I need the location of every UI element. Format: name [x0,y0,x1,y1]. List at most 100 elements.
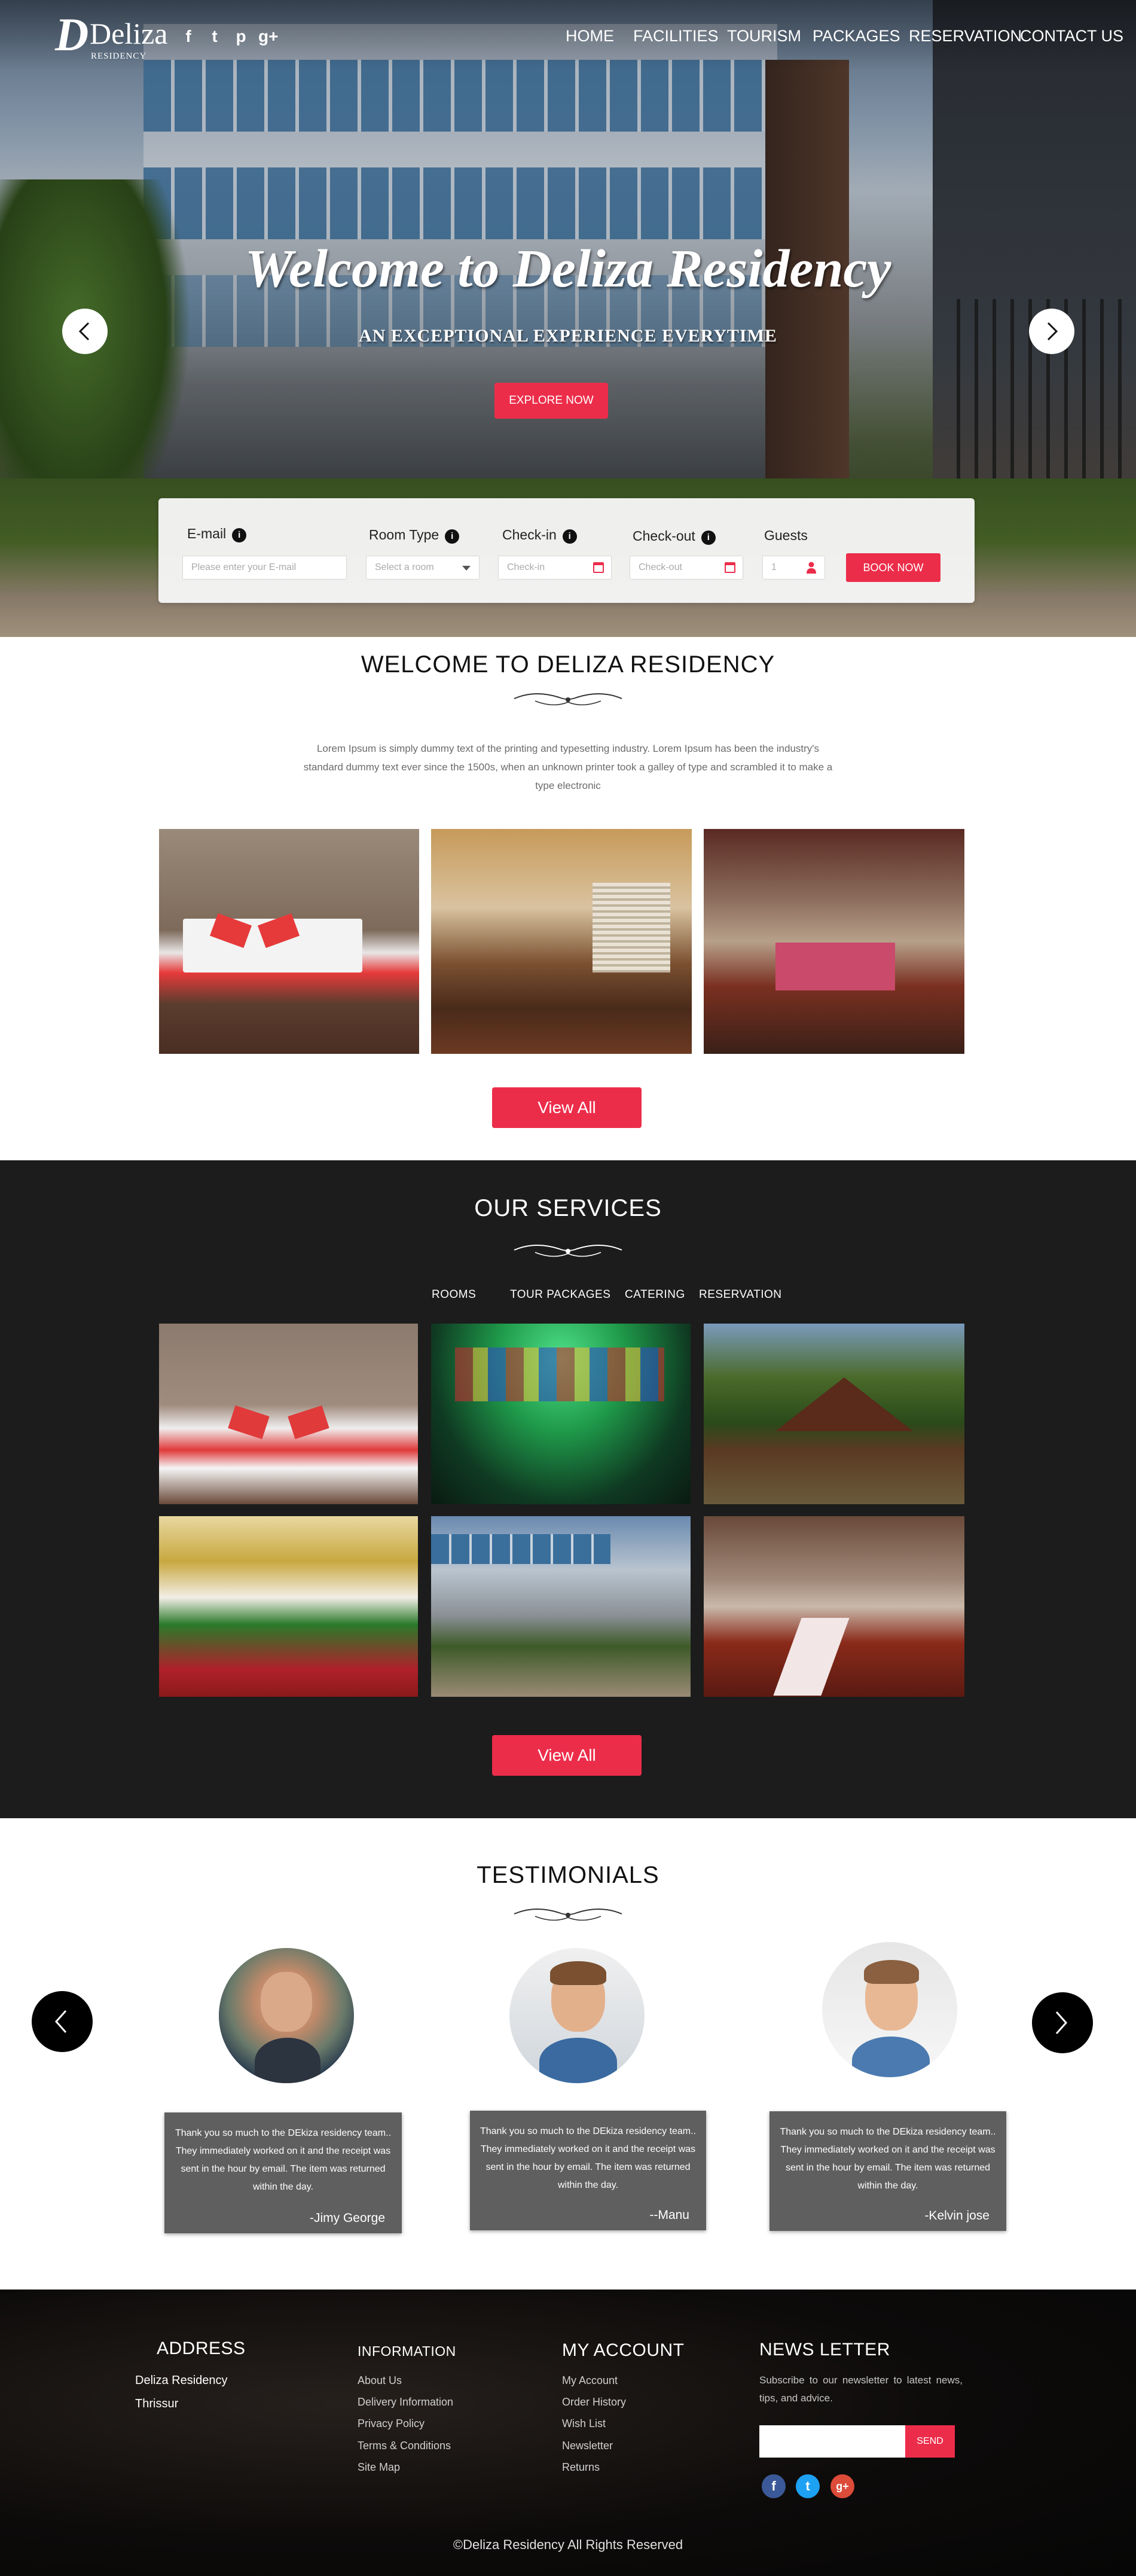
avatar [509,1948,645,2083]
tab-catering[interactable]: CATERING [625,1286,685,1304]
footer-link-delivery[interactable]: Delivery Information [358,2395,453,2409]
google-plus-icon[interactable]: g+ [258,28,278,45]
room-type-label: Room Type i [369,526,460,544]
testimonial-card: Thank you so much to the DEkiza residenc… [769,2111,1006,2231]
user-icon [807,562,816,574]
room-photo[interactable] [159,829,419,1054]
info-icon: i [701,531,716,545]
avatar [822,1942,957,2077]
testimonial-text: Thank you so much to the DEkiza residenc… [480,2126,697,2190]
email-field[interactable]: Please enter your E-mail [182,556,347,580]
footer-information-title: INFORMATION [358,2343,456,2359]
testimonial-card: Thank you so much to the DEkiza residenc… [164,2112,402,2233]
flourish-divider [514,1244,622,1257]
restaurant-photo[interactable] [704,829,964,1054]
nav-facilities[interactable]: FACILITIES [633,24,719,48]
service-catering-photo[interactable] [159,1516,418,1697]
footer-link-newsletter[interactable]: Newsletter [562,2438,613,2453]
calendar-icon [725,562,735,573]
testimonial-author: -Jimy George [309,2211,385,2225]
chevron-down-icon [462,566,471,571]
google-plus-icon[interactable]: g+ [830,2474,854,2498]
service-building-photo[interactable] [431,1516,691,1697]
footer-account-title: MY ACCOUNT [562,2340,685,2360]
service-dining-photo[interactable] [704,1516,964,1697]
logo-mark: D [55,8,89,60]
footer-link-terms[interactable]: Terms & Conditions [358,2438,451,2453]
info-icon: i [445,529,460,544]
service-garden-photo[interactable] [704,1324,964,1504]
chevron-right-icon [1047,322,1058,341]
checkin-field[interactable]: Check-in [498,556,612,580]
chevron-right-icon [1055,2011,1068,2034]
header: D Deliza RESIDENCY f t p g+ HOME FACILIT… [0,0,1136,71]
hero-title: Welcome to Deliza Residency [245,239,891,298]
footer-address-line: Thrissur [135,2397,179,2410]
footer [0,2290,1136,2576]
services-view-all-button[interactable]: View All [492,1735,642,1776]
footer-link-order-history[interactable]: Order History [562,2395,626,2409]
tab-reservation[interactable]: RESERVATION [699,1286,782,1304]
nav-packages[interactable]: PACKAGES [813,24,900,48]
explore-now-button[interactable]: EXPLORE NOW [494,383,608,419]
guests-value: 1 [771,562,777,572]
service-hall-photo[interactable] [431,1324,691,1504]
testimonials-prev-button[interactable] [32,1991,93,2052]
footer-link-wish-list[interactable]: Wish List [562,2416,606,2431]
lobby-photo[interactable] [431,829,692,1054]
pinterest-icon[interactable]: p [232,28,250,45]
footer-newsletter-title: NEWS LETTER [759,2340,890,2359]
service-rooms-photo[interactable] [159,1324,418,1504]
flourish-divider [514,693,622,706]
calendar-icon [593,562,604,573]
nav-tourism[interactable]: TOURISM [727,24,801,48]
guests-field[interactable]: 1 [762,556,825,580]
footer-link-privacy[interactable]: Privacy Policy [358,2416,425,2431]
footer-link-about-us[interactable]: About Us [358,2373,402,2388]
newsletter-send-button[interactable]: SEND [905,2425,955,2458]
checkout-value: Check-out [639,562,682,572]
twitter-icon[interactable]: t [206,28,224,45]
info-icon: i [562,529,577,544]
tab-tour-packages[interactable]: TOUR PACKAGES [510,1286,610,1304]
twitter-icon[interactable]: t [796,2474,820,2498]
checkout-field[interactable]: Check-out [630,556,743,580]
flourish-divider [514,1908,622,1921]
nav-home[interactable]: HOME [566,24,614,48]
welcome-title: WELCOME TO DELIZA RESIDENCY [361,651,775,678]
footer-link-returns[interactable]: Returns [562,2460,600,2474]
footer-link-my-account[interactable]: My Account [562,2373,618,2388]
facebook-icon[interactable]: f [762,2474,786,2498]
chevron-left-icon [78,322,90,341]
info-icon: i [232,528,247,542]
checkin-value: Check-in [507,562,545,572]
room-type-value: Select a room [375,562,434,572]
tab-rooms[interactable]: ROOMS [432,1286,476,1304]
copyright-text: Deliza Residency All Rights Reserved [463,2537,683,2552]
testimonials-next-button[interactable] [1032,1992,1093,2053]
guests-label: Guests [764,528,808,543]
logo-name: Deliza [90,17,168,50]
footer-link-site-map[interactable]: Site Map [358,2460,400,2474]
newsletter-email-input[interactable] [759,2425,905,2458]
nav-contact-us[interactable]: CONTACT US [1020,24,1123,48]
welcome-view-all-button[interactable]: View All [492,1087,642,1128]
logo[interactable]: D Deliza RESIDENCY [55,8,167,62]
nav-reservation[interactable]: RESERVATION [909,24,1022,48]
hero-prev-button[interactable] [62,309,108,354]
copyright: ©Deliza Residency All Rights Reserved [0,2536,1136,2554]
checkin-label: Check-in i [502,526,577,544]
footer-address-title: ADDRESS [157,2339,246,2358]
checkout-label: Check-out i [633,527,716,545]
book-now-button[interactable]: BOOK NOW [846,553,940,582]
chevron-left-icon [54,2010,67,2033]
facebook-icon[interactable]: f [179,28,197,45]
booking-form: E-mail i Please enter your E-mail Room Ty… [158,498,975,603]
hero-subtitle: AN EXCEPTIONAL EXPERIENCE EVERYTIME [359,326,777,346]
room-type-select[interactable]: Select a room [366,556,480,580]
testimonial-text: Thank you so much to the DEkiza residenc… [780,2127,996,2191]
services-title: OUR SERVICES [474,1195,662,1221]
hero-next-button[interactable] [1029,309,1074,354]
testimonial-author: --Manu [649,2208,689,2222]
copyright-symbol: © [453,2537,463,2552]
